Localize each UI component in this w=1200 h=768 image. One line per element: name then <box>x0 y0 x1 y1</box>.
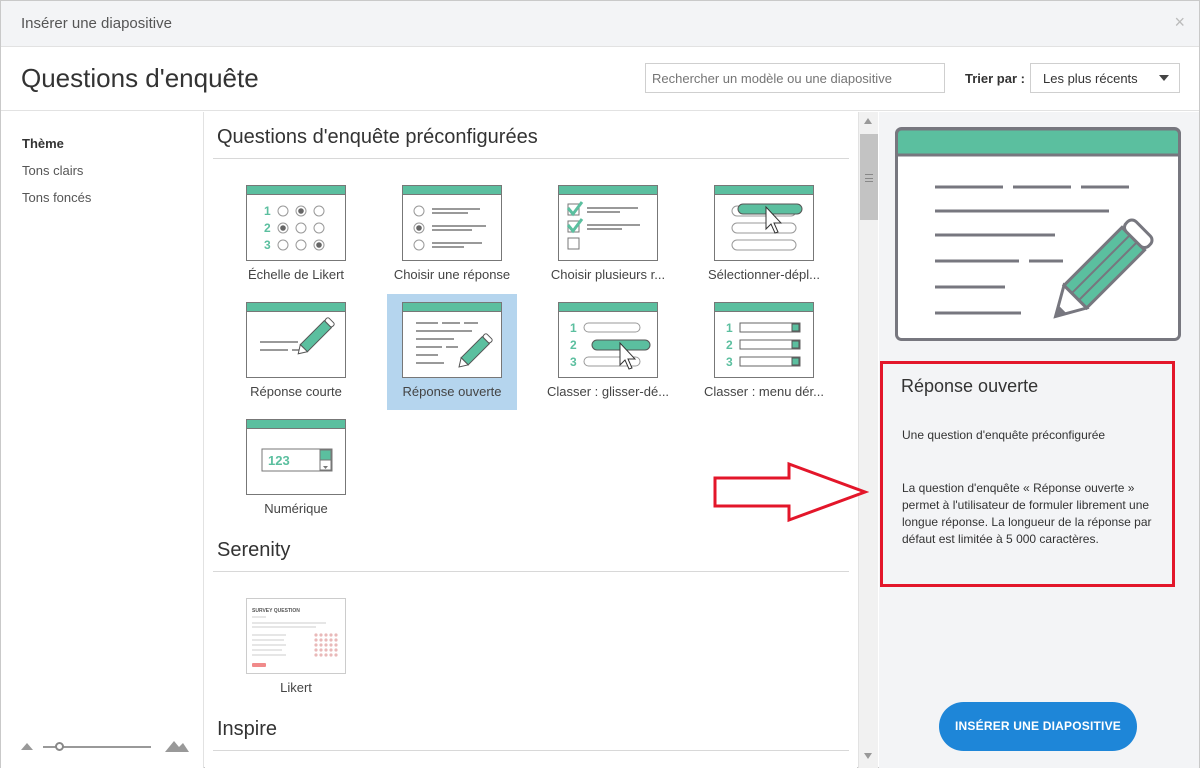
small-mountain-icon <box>21 743 33 750</box>
template-label: Classer : menu dér... <box>704 384 824 399</box>
insert-slide-button[interactable]: INSÉRER UNE DIAPOSITIVE <box>939 702 1137 751</box>
svg-text:2: 2 <box>570 338 577 352</box>
chevron-down-icon <box>1159 75 1169 81</box>
gallery-scrollbar[interactable] <box>858 112 878 768</box>
section-title-survey: Questions d'enquête préconfigurées <box>217 126 538 148</box>
sidebar-item-theme[interactable]: Thème <box>22 136 64 151</box>
svg-text:1: 1 <box>726 321 733 335</box>
preview-description: La question d'enquête « Réponse ouverte … <box>902 481 1152 546</box>
template-open-answer[interactable]: Réponse ouverte <box>387 294 517 410</box>
section-title-inspire: Inspire <box>217 718 278 740</box>
scroll-down-icon[interactable] <box>864 753 872 759</box>
search-input[interactable] <box>645 63 945 93</box>
template-gallery: Questions d'enquête préconfigurées 1 2 3… <box>205 112 857 768</box>
large-mountain-icon <box>165 741 189 752</box>
slider-handle[interactable] <box>55 742 64 751</box>
likert-scale-icon: 1 2 3 <box>246 185 346 261</box>
sort-label: Trier par : <box>965 71 1025 86</box>
template-label: Choisir plusieurs r... <box>550 267 666 282</box>
annotation-arrow-icon <box>713 461 869 523</box>
svg-text:3: 3 <box>264 238 271 252</box>
insert-slide-dialog: Insérer une diapositive × Questions d'en… <box>0 0 1200 768</box>
rank-dropdown-icon: 1 2 3 <box>714 302 814 378</box>
sidebar-item-dark-tones[interactable]: Tons foncés <box>22 190 91 205</box>
numeric-thumb-value: 123 <box>268 453 290 468</box>
svg-text:1: 1 <box>264 204 271 218</box>
section-divider <box>213 571 849 572</box>
template-label: Choisir une réponse <box>393 267 511 282</box>
preview-panel: Réponse ouverte Une question d'enquête p… <box>879 112 1199 768</box>
template-multiple-choice[interactable]: Choisir plusieurs r... <box>543 177 673 293</box>
svg-text:1: 1 <box>570 321 577 335</box>
template-label: Numérique <box>264 501 328 516</box>
sort-value: Les plus récents <box>1043 71 1138 86</box>
template-label: Réponse courte <box>250 384 342 399</box>
section-title-serenity: Serenity <box>217 539 291 561</box>
svg-text:3: 3 <box>570 355 577 369</box>
template-short-answer[interactable]: Réponse courte <box>231 294 361 410</box>
thumb-slide-title: SURVEY QUESTION <box>252 608 300 614</box>
template-rank-drag[interactable]: 1 2 3 Classer : glisser-dé... <box>543 294 673 410</box>
sidebar: Thème Tons clairs Tons foncés <box>1 112 204 768</box>
thumbnail-size-slider[interactable] <box>21 738 191 754</box>
multiple-choice-icon <box>558 185 658 261</box>
short-answer-icon <box>246 302 346 378</box>
select-drag-icon <box>714 185 814 261</box>
open-answer-preview-icon <box>895 127 1181 341</box>
grip-icon <box>865 174 873 182</box>
scrollbar-thumb[interactable] <box>860 134 878 220</box>
likert-slide-thumbnail: SURVEY QUESTION <box>246 598 346 674</box>
dialog-header: Questions d'enquête Trier par : Les plus… <box>1 47 1199 111</box>
page-title: Questions d'enquête <box>21 63 259 93</box>
template-label: Classer : glisser-dé... <box>546 384 670 399</box>
template-label: Sélectionner-dépl... <box>707 267 820 282</box>
single-choice-icon <box>402 185 502 261</box>
template-label: Likert <box>280 680 312 695</box>
close-icon[interactable]: × <box>1174 12 1185 33</box>
template-single-choice[interactable]: Choisir une réponse <box>387 177 517 293</box>
svg-text:3: 3 <box>726 355 733 369</box>
sidebar-item-light-tones[interactable]: Tons clairs <box>22 163 83 178</box>
dialog-title: Insérer une diapositive <box>21 15 172 32</box>
section-divider <box>213 750 849 751</box>
template-label: Réponse ouverte <box>402 384 502 399</box>
template-serenity-likert[interactable]: SURVEY QUESTION Likert <box>231 590 361 706</box>
template-rank-dropdown[interactable]: 1 2 3 Classer : menu dér... <box>699 294 829 410</box>
template-label: Échelle de Likert <box>247 267 345 282</box>
dialog-titlebar: Insérer une diapositive × <box>1 1 1199 47</box>
sort-dropdown[interactable]: Les plus récents <box>1030 63 1180 93</box>
template-numeric[interactable]: 123 Numérique <box>231 411 361 527</box>
numeric-icon: 123 <box>246 419 346 495</box>
template-select-drag[interactable]: Sélectionner-dépl... <box>699 177 829 293</box>
svg-text:2: 2 <box>264 221 271 235</box>
open-answer-icon <box>402 302 502 378</box>
preview-title: Réponse ouverte <box>901 376 1039 396</box>
scroll-up-icon[interactable] <box>864 118 872 124</box>
rank-drag-icon: 1 2 3 <box>558 302 658 378</box>
preview-subtitle: Une question d'enquête préconfigurée <box>902 428 1106 442</box>
svg-text:2: 2 <box>726 338 733 352</box>
section-divider <box>213 158 849 159</box>
template-likert[interactable]: 1 2 3 Échelle de Likert <box>231 177 361 293</box>
